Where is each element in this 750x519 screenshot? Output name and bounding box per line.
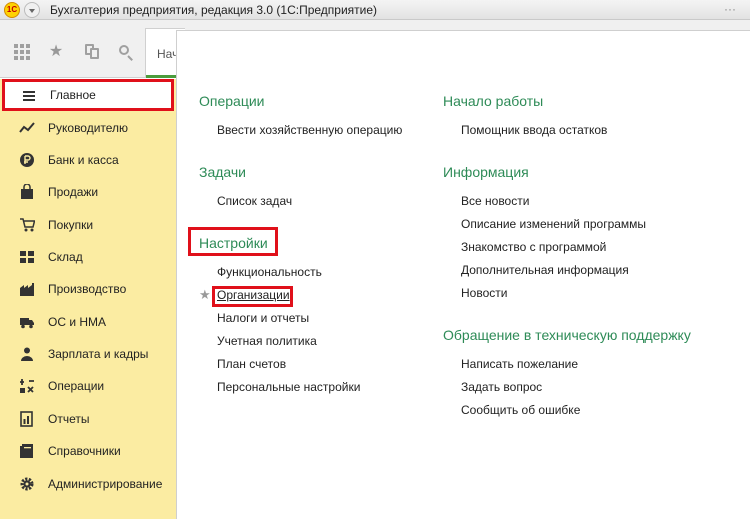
sidebar-item-warehouse[interactable]: Склад bbox=[0, 241, 176, 273]
book-icon bbox=[20, 444, 33, 458]
section-title-tasks[interactable]: Задачи bbox=[199, 164, 246, 180]
link-personal-settings[interactable]: Персональные настройки bbox=[217, 380, 360, 394]
search-icon[interactable] bbox=[117, 43, 135, 61]
sidebar-item-label: Склад bbox=[48, 250, 83, 264]
sidebar-item-label: Производство bbox=[48, 282, 127, 296]
link-balance-wizard[interactable]: Помощник ввода остатков bbox=[461, 123, 607, 137]
sidebar-item-manager[interactable]: Руководителю bbox=[0, 112, 176, 144]
link-program-intro[interactable]: Знакомство с программой bbox=[461, 240, 606, 254]
sidebar-item-sales[interactable]: Продажи bbox=[0, 176, 176, 208]
sidebar-item-label: Справочники bbox=[48, 444, 121, 458]
link-organizations[interactable]: Организации bbox=[217, 288, 290, 302]
section-title-operations[interactable]: Операции bbox=[199, 93, 265, 109]
history-icon[interactable] bbox=[83, 43, 101, 61]
link-ask-question[interactable]: Задать вопрос bbox=[461, 380, 542, 394]
sidebar-item-administration[interactable]: Администрирование bbox=[0, 468, 176, 500]
link-additional-info[interactable]: Дополнительная информация bbox=[461, 263, 629, 277]
sidebar-item-bank[interactable]: Банк и касса bbox=[0, 144, 176, 176]
ruble-coin-icon bbox=[20, 153, 34, 167]
sidebar-item-purchases[interactable]: Покупки bbox=[0, 209, 176, 241]
shopping-cart-icon bbox=[20, 218, 35, 232]
link-program-changes[interactable]: Описание изменений программы bbox=[461, 217, 646, 231]
sidebar-item-directories[interactable]: Справочники bbox=[0, 435, 176, 467]
sidebar-item-main[interactable]: Главное bbox=[2, 79, 174, 111]
title-bar: 1С Бухгалтерия предприятия, редакция 3.0… bbox=[0, 0, 750, 20]
apps-grid-icon[interactable] bbox=[13, 43, 31, 61]
sidebar-item-label: Отчеты bbox=[48, 412, 90, 426]
warehouse-grid-icon bbox=[20, 251, 34, 263]
sidebar-item-salary[interactable]: Зарплата и кадры bbox=[0, 338, 176, 370]
link-chart-of-accounts[interactable]: План счетов bbox=[217, 357, 286, 371]
sidebar-item-operations[interactable]: Операции bbox=[0, 370, 176, 402]
favorite-star-icon[interactable]: ★ bbox=[199, 287, 211, 303]
people-icon bbox=[21, 347, 33, 361]
sidebar-item-reports[interactable]: Отчеты bbox=[0, 403, 176, 435]
sidebar-item-label: Администрирование bbox=[48, 477, 163, 491]
shopping-bag-icon bbox=[21, 184, 33, 199]
sidebar-item-label: ОС и НМА bbox=[48, 315, 107, 329]
sidebar: Главное Руководителю Банк и касса Продаж… bbox=[0, 79, 176, 519]
link-news[interactable]: Новости bbox=[461, 286, 507, 300]
sidebar-item-label: Руководителю bbox=[48, 121, 129, 135]
factory-icon bbox=[20, 283, 34, 296]
trend-chart-icon bbox=[19, 122, 35, 133]
link-taxes-reports[interactable]: Налоги и отчеты bbox=[217, 311, 309, 325]
gear-icon bbox=[20, 477, 34, 491]
report-icon bbox=[20, 411, 33, 427]
sidebar-item-label: Продажи bbox=[48, 185, 99, 199]
link-write-wish[interactable]: Написать пожелание bbox=[461, 357, 578, 371]
link-enter-operation[interactable]: Ввести хозяйственную операцию bbox=[217, 123, 402, 137]
section-title-information[interactable]: Информация bbox=[443, 164, 529, 180]
window-title: Бухгалтерия предприятия, редакция 3.0 (1… bbox=[50, 3, 378, 17]
favorites-star-icon[interactable]: ★ bbox=[47, 43, 65, 61]
link-functionality[interactable]: Функциональность bbox=[217, 265, 322, 279]
link-accounting-policy[interactable]: Учетная политика bbox=[217, 334, 317, 348]
link-report-error[interactable]: Сообщить об ошибке bbox=[461, 403, 580, 417]
section-title-settings[interactable]: Настройки bbox=[199, 235, 268, 251]
main-content-panel: Операции Ввести хозяйственную операцию З… bbox=[176, 30, 750, 519]
menu-lines-icon bbox=[23, 91, 35, 101]
link-all-news[interactable]: Все новости bbox=[461, 194, 529, 208]
sidebar-item-label: Зарплата и кадры bbox=[48, 347, 149, 361]
operations-icon bbox=[20, 379, 34, 393]
link-task-list[interactable]: Список задач bbox=[217, 194, 292, 208]
section-title-support[interactable]: Обращение в техническую поддержку bbox=[443, 327, 691, 343]
sidebar-item-label: Покупки bbox=[48, 218, 94, 232]
sidebar-item-label: Главное bbox=[50, 88, 96, 102]
more-icon[interactable]: ··· bbox=[724, 2, 736, 16]
sidebar-item-label: Операции bbox=[48, 379, 105, 393]
section-title-getting-started[interactable]: Начало работы bbox=[443, 93, 543, 109]
sidebar-item-label: Банк и касса bbox=[48, 153, 119, 167]
main-menu-button[interactable] bbox=[24, 2, 40, 18]
truck-icon bbox=[20, 318, 34, 329]
sidebar-item-production[interactable]: Производство bbox=[0, 273, 176, 305]
app-logo-icon: 1С bbox=[4, 2, 20, 18]
sidebar-item-fixed-assets[interactable]: ОС и НМА bbox=[0, 306, 176, 338]
